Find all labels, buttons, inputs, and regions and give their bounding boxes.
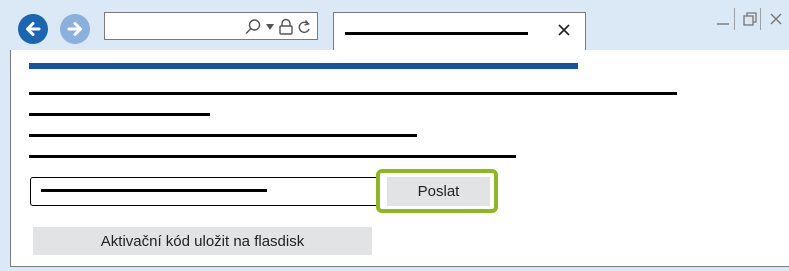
- back-button[interactable]: [18, 14, 48, 44]
- text-placeholder-line: [29, 92, 677, 95]
- window-close-button[interactable]: [766, 8, 786, 30]
- arrow-right-icon: [67, 22, 82, 36]
- forward-button[interactable]: [60, 14, 90, 44]
- save-to-usb-button[interactable]: Aktivační kód uložit na flasdisk: [33, 227, 372, 255]
- arrow-left-icon: [26, 22, 41, 36]
- activation-code-input[interactable]: [30, 177, 380, 206]
- address-bar[interactable]: [104, 12, 318, 40]
- maximize-button[interactable]: [740, 8, 760, 30]
- minimize-button[interactable]: [713, 8, 733, 30]
- text-placeholder-line: [29, 155, 516, 158]
- browser-titlebar: [0, 0, 789, 50]
- window-control-divider: [734, 8, 735, 30]
- minimize-icon: [717, 23, 729, 25]
- close-icon: [770, 13, 782, 25]
- lock-icon: [279, 18, 293, 35]
- maximize-icon: [743, 12, 757, 26]
- browser-tab[interactable]: [333, 12, 586, 50]
- tab-title: [345, 32, 528, 35]
- send-button[interactable]: Poslat: [387, 177, 490, 206]
- text-placeholder-line: [29, 113, 210, 116]
- input-value-placeholder: [41, 189, 267, 192]
- refresh-icon[interactable]: [297, 18, 311, 36]
- close-icon[interactable]: [556, 22, 572, 38]
- text-placeholder-line: [29, 134, 417, 137]
- page-header-bar: [29, 63, 578, 69]
- browser-window: Poslat Aktivační kód uložit na flasdisk: [0, 0, 789, 271]
- dropdown-icon[interactable]: [265, 18, 275, 36]
- search-icon[interactable]: [244, 18, 262, 36]
- window-control-divider: [760, 8, 761, 30]
